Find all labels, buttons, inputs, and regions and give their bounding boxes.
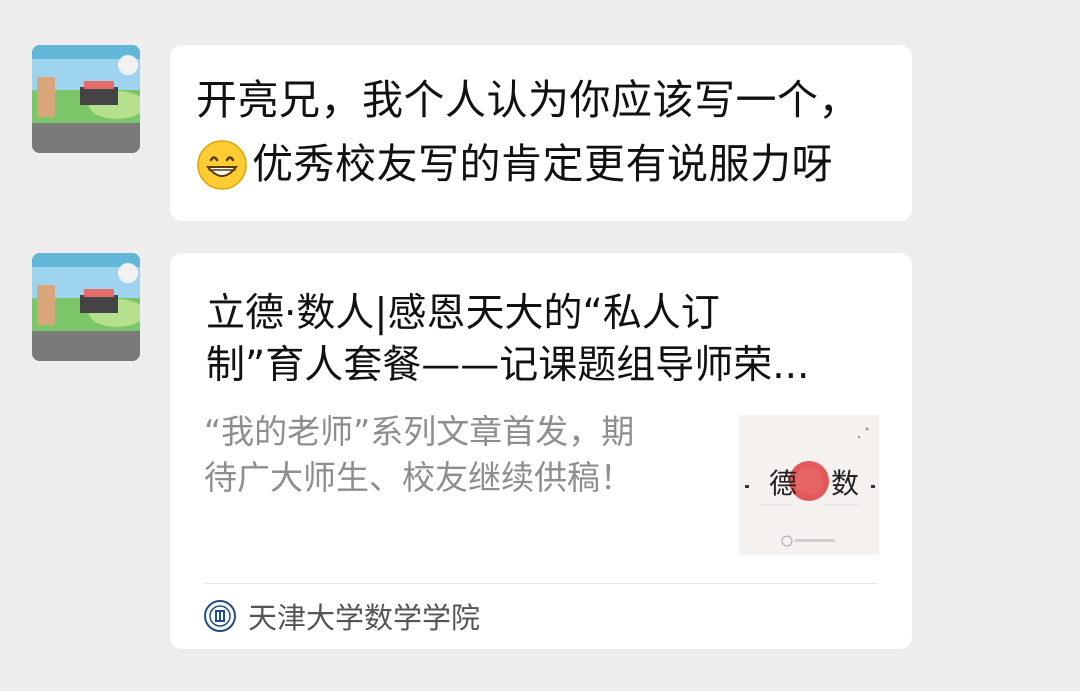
article-description-line-2: 待广大师生、校友继续供稿！ [204,458,633,497]
article-title-line-1: 立德·数人|感恩天大的“私人订 [206,291,720,336]
message-line-2: 优秀校友写的肯定更有说服力呀 [196,139,833,193]
article-card[interactable]: 立德·数人|感恩天大的“私人订 制”育人套餐——记课题组导师荣... “我的老师… [170,253,912,649]
source-account-name: 天津大学数学学院 [248,601,481,635]
message-bubble-text[interactable]: 开亮兄，我个人认为你应该写一个， 优秀校友写的肯定更有说服力呀 [170,45,912,221]
thumbnail-char-right: 数 [831,467,859,500]
avatar-image [32,45,140,153]
article-source[interactable]: 天津大学数学学院 [204,598,481,635]
sender-avatar[interactable] [32,45,140,153]
card-divider [204,583,878,584]
article-title-line-2: 制”育人套餐——记课题组导师荣... [206,343,810,388]
article-description: “我的老师”系列文章首发，期 待广大师生、校友继续供稿！ [204,409,714,501]
message-line-1: 开亮兄，我个人认为你应该写一个， [196,76,860,124]
article-thumbnail: 德 数 [739,415,879,555]
university-logo-icon [204,600,236,632]
message-line-2-text: 优秀校友写的肯定更有说服力呀 [252,140,833,188]
sender-avatar[interactable] [32,253,140,361]
avatar-image [32,253,140,361]
article-description-line-1: “我的老师”系列文章首发，期 [204,412,635,451]
grinning-face-icon [196,139,248,191]
thumbnail-char-left: 德 [769,467,797,500]
article-title: 立德·数人|感恩天大的“私人订 制”育人套餐——记课题组导师荣... [206,288,886,392]
